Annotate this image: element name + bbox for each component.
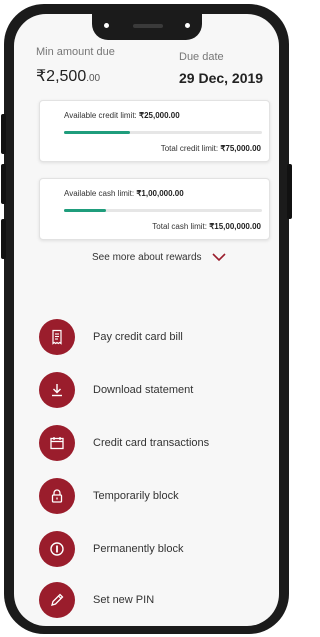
temporarily-block-button[interactable]: Temporarily block bbox=[39, 478, 259, 514]
cash-limit-progress-fill bbox=[64, 209, 107, 212]
set-new-pin-button[interactable]: Set new PIN bbox=[39, 582, 259, 618]
total-credit-value: ₹75,000.00 bbox=[220, 144, 261, 153]
action-label: Temporarily block bbox=[93, 490, 179, 502]
cash-limit-progress bbox=[64, 209, 262, 212]
see-more-rewards-label: See more about rewards bbox=[92, 252, 202, 263]
action-label: Permanently block bbox=[93, 543, 184, 555]
available-credit-value: ₹25,000.00 bbox=[139, 111, 180, 120]
phone-frame: Min amount due ₹2,500.00 Due date 29 Dec… bbox=[1, 4, 292, 634]
phone-side-button bbox=[1, 114, 6, 154]
min-amount-value: ₹2,500.00 bbox=[36, 66, 100, 86]
download-statement-button[interactable]: Download statement bbox=[39, 372, 259, 408]
cash-limit-card: Available cash limit: ₹1,00,000.00 Total… bbox=[39, 178, 270, 240]
receipt-icon bbox=[39, 319, 75, 355]
phone-side-button bbox=[287, 164, 292, 219]
credit-limit-progress bbox=[64, 131, 262, 134]
credit-card-transactions-button[interactable]: Credit card transactions bbox=[39, 425, 259, 461]
min-amount-main: ₹2,500 bbox=[36, 68, 87, 85]
pay-credit-card-bill-button[interactable]: Pay credit card bill bbox=[39, 319, 259, 355]
block-icon bbox=[39, 531, 75, 567]
min-amount-label: Min amount due bbox=[36, 46, 115, 58]
action-label: Credit card transactions bbox=[93, 437, 210, 449]
due-date-label: Due date bbox=[179, 51, 224, 63]
chevron-down-icon bbox=[211, 253, 226, 262]
available-credit-label: Available credit limit: ₹25,000.00 bbox=[64, 111, 180, 120]
speaker-grille bbox=[133, 24, 163, 28]
available-credit-text: Available credit limit: bbox=[64, 111, 139, 120]
calendar-icon bbox=[39, 425, 75, 461]
camera-dot bbox=[104, 23, 109, 28]
credit-limit-progress-fill bbox=[64, 131, 130, 134]
action-label: Pay credit card bill bbox=[93, 331, 183, 343]
total-credit-label: Total credit limit: ₹75,000.00 bbox=[161, 144, 261, 153]
total-cash-value: ₹15,00,000.00 bbox=[209, 222, 261, 231]
min-amount-decimal: .00 bbox=[86, 73, 101, 84]
due-date-value: 29 Dec, 2019 bbox=[179, 70, 264, 86]
action-label: Download statement bbox=[93, 384, 194, 396]
lock-icon bbox=[39, 478, 75, 514]
credit-limit-card: Available credit limit: ₹25,000.00 Total… bbox=[39, 100, 270, 162]
phone-side-button bbox=[1, 164, 6, 204]
permanently-block-button[interactable]: Permanently block bbox=[39, 531, 259, 567]
available-cash-value: ₹1,00,000.00 bbox=[136, 189, 184, 198]
total-credit-text: Total credit limit: bbox=[160, 144, 221, 153]
app-screen: Min amount due ₹2,500.00 Due date 29 Dec… bbox=[14, 14, 279, 626]
sensor-dot bbox=[185, 23, 190, 28]
see-more-rewards-link[interactable]: See more about rewards bbox=[92, 252, 226, 263]
phone-notch bbox=[92, 14, 202, 40]
total-cash-text: Total cash limit: bbox=[152, 222, 210, 231]
action-label: Set new PIN bbox=[93, 594, 155, 606]
total-cash-label: Total cash limit: ₹15,00,000.00 bbox=[152, 222, 261, 231]
available-cash-text: Available cash limit: bbox=[64, 189, 137, 198]
download-icon bbox=[39, 372, 75, 408]
phone-side-button bbox=[1, 219, 6, 259]
pencil-icon bbox=[39, 582, 75, 618]
available-cash-label: Available cash limit: ₹1,00,000.00 bbox=[64, 189, 184, 198]
